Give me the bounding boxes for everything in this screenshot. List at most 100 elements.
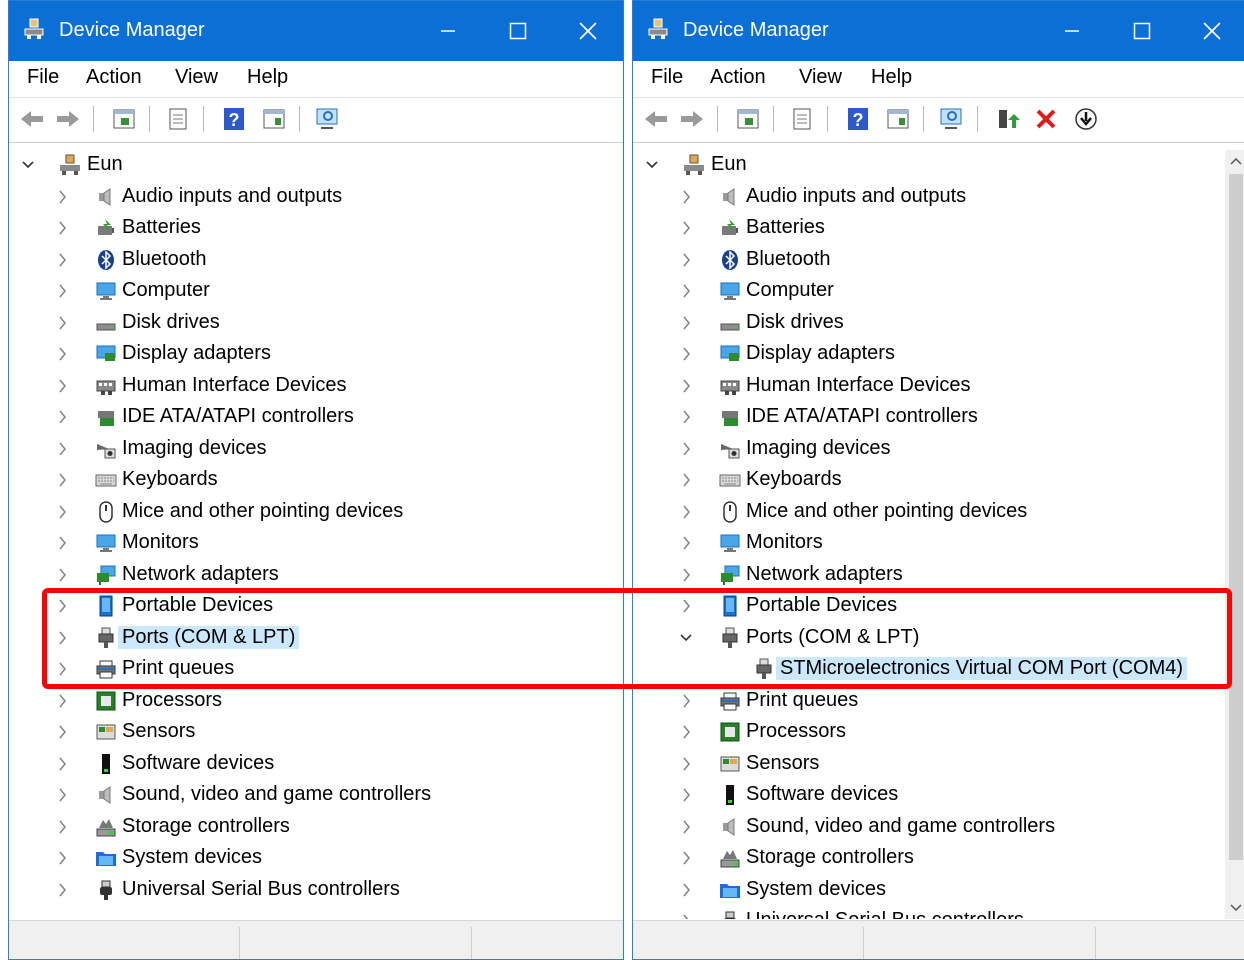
tree-item-portable-devices[interactable]: Portable Devices xyxy=(643,591,1223,621)
chevron-right-icon[interactable] xyxy=(53,749,71,779)
scrollbar-thumb[interactable] xyxy=(1229,174,1243,860)
close-button[interactable] xyxy=(1177,1,1244,61)
tree-item-print-queues[interactable]: Print queues xyxy=(643,686,1223,716)
chevron-right-icon[interactable] xyxy=(53,560,71,590)
help-icon[interactable]: ? xyxy=(221,106,247,132)
properties-icon[interactable] xyxy=(735,106,761,132)
tree-root-node[interactable]: Eun xyxy=(643,150,1213,180)
tree-item-software-devices[interactable]: Software devices xyxy=(19,749,599,779)
uninstall-icon[interactable] xyxy=(1033,106,1059,132)
chevron-right-icon[interactable] xyxy=(677,182,695,212)
chevron-right-icon[interactable] xyxy=(53,812,71,842)
tree-item-sensors[interactable]: Sensors xyxy=(19,717,599,747)
chevron-right-icon[interactable] xyxy=(677,213,695,243)
tree-item-ide-ata-atapi-controllers[interactable]: IDE ATA/ATAPI controllers xyxy=(643,402,1223,432)
chevron-right-icon[interactable] xyxy=(677,591,695,621)
chevron-right-icon[interactable] xyxy=(53,623,71,653)
tree-item-storage-controllers[interactable]: Storage controllers xyxy=(643,843,1223,873)
tree-item-sound-video-and-game-controllers[interactable]: Sound, video and game controllers xyxy=(19,780,599,810)
tree-item-audio-inputs-and-outputs[interactable]: Audio inputs and outputs xyxy=(643,182,1223,212)
forward-icon[interactable] xyxy=(55,106,81,132)
tree-item-audio-inputs-and-outputs[interactable]: Audio inputs and outputs xyxy=(19,182,599,212)
tree-item-human-interface-devices[interactable]: Human Interface Devices xyxy=(643,371,1223,401)
chevron-right-icon[interactable] xyxy=(677,434,695,464)
chevron-right-icon[interactable] xyxy=(677,843,695,873)
title-bar[interactable]: Device Manager xyxy=(633,1,1244,61)
chevron-right-icon[interactable] xyxy=(53,875,71,905)
maximize-button[interactable] xyxy=(483,1,553,61)
tree-item-universal-serial-bus-controllers[interactable]: Universal Serial Bus controllers xyxy=(19,875,599,905)
tree-item-network-adapters[interactable]: Network adapters xyxy=(643,560,1223,590)
chevron-right-icon[interactable] xyxy=(677,276,695,306)
menu-action[interactable]: Action xyxy=(86,66,142,89)
tree-item-system-devices[interactable]: System devices xyxy=(643,875,1223,905)
close-button[interactable] xyxy=(553,1,623,61)
tree-item-disk-drives[interactable]: Disk drives xyxy=(643,308,1223,338)
chevron-right-icon[interactable] xyxy=(677,402,695,432)
scroll-up-icon[interactable] xyxy=(1230,156,1242,168)
tree-item-bluetooth[interactable]: Bluetooth xyxy=(19,245,599,275)
tree-item-display-adapters[interactable]: Display adapters xyxy=(643,339,1223,369)
chevron-right-icon[interactable] xyxy=(53,465,71,495)
minimize-button[interactable] xyxy=(413,1,483,61)
tree-item-software-devices[interactable]: Software devices xyxy=(643,780,1223,810)
chevron-right-icon[interactable] xyxy=(53,182,71,212)
tree-item-ports-com-lpt[interactable]: Ports (COM & LPT) xyxy=(643,623,1223,653)
tree-item-keyboards[interactable]: Keyboards xyxy=(643,465,1223,495)
menu-help[interactable]: Help xyxy=(247,66,288,89)
tree-item-portable-devices[interactable]: Portable Devices xyxy=(19,591,599,621)
chevron-right-icon[interactable] xyxy=(53,213,71,243)
chevron-right-icon[interactable] xyxy=(53,308,71,338)
chevron-right-icon[interactable] xyxy=(677,497,695,527)
menu-help[interactable]: Help xyxy=(871,66,912,89)
tree-item-storage-controllers[interactable]: Storage controllers xyxy=(19,812,599,842)
tree-item-processors[interactable]: Processors xyxy=(19,686,599,716)
chevron-right-icon[interactable] xyxy=(677,906,695,919)
menu-file[interactable]: File xyxy=(651,66,683,89)
tree-item-disk-drives[interactable]: Disk drives xyxy=(19,308,599,338)
tree-item-batteries[interactable]: Batteries xyxy=(19,213,599,243)
tree-item-processors[interactable]: Processors xyxy=(643,717,1223,747)
back-icon[interactable] xyxy=(19,106,45,132)
chevron-right-icon[interactable] xyxy=(53,654,71,684)
tree-item-system-devices[interactable]: System devices xyxy=(19,843,599,873)
tree-item-monitors[interactable]: Monitors xyxy=(643,528,1223,558)
maximize-button[interactable] xyxy=(1107,1,1177,61)
chevron-right-icon[interactable] xyxy=(53,434,71,464)
chevron-down-icon[interactable] xyxy=(677,623,695,653)
chevron-right-icon[interactable] xyxy=(53,780,71,810)
help-icon[interactable]: ? xyxy=(845,106,871,132)
tree-item-sensors[interactable]: Sensors xyxy=(643,749,1223,779)
page-icon[interactable] xyxy=(789,106,815,132)
tree-item-computer[interactable]: Computer xyxy=(643,276,1223,306)
tree-item-human-interface-devices[interactable]: Human Interface Devices xyxy=(19,371,599,401)
chevron-right-icon[interactable] xyxy=(677,560,695,590)
chevron-right-icon[interactable] xyxy=(53,402,71,432)
tree-item-stmicroelectronics-virtual-com-port-com4[interactable]: STMicroelectronics Virtual COM Port (COM… xyxy=(643,654,1223,684)
chevron-down-icon[interactable] xyxy=(19,150,37,180)
tree-item-bluetooth[interactable]: Bluetooth xyxy=(643,245,1223,275)
back-icon[interactable] xyxy=(643,106,669,132)
tree-item-computer[interactable]: Computer xyxy=(19,276,599,306)
properties-icon[interactable] xyxy=(111,106,137,132)
chevron-right-icon[interactable] xyxy=(677,308,695,338)
add-driver-icon[interactable] xyxy=(995,106,1021,132)
chevron-right-icon[interactable] xyxy=(53,371,71,401)
chevron-right-icon[interactable] xyxy=(53,339,71,369)
chevron-right-icon[interactable] xyxy=(677,528,695,558)
tree-item-batteries[interactable]: Batteries xyxy=(643,213,1223,243)
tree-item-ports-com-lpt[interactable]: Ports (COM & LPT) xyxy=(19,623,599,653)
scan-hardware-icon[interactable] xyxy=(939,106,965,132)
tree-root-node[interactable]: Eun xyxy=(19,150,609,180)
tree-item-monitors[interactable]: Monitors xyxy=(19,528,599,558)
vertical-scrollbar[interactable] xyxy=(1225,150,1244,919)
tree-item-display-adapters[interactable]: Display adapters xyxy=(19,339,599,369)
tree-item-mice-and-other-pointing-devices[interactable]: Mice and other pointing devices xyxy=(19,497,599,527)
page-icon[interactable] xyxy=(165,106,191,132)
chevron-right-icon[interactable] xyxy=(53,591,71,621)
chevron-right-icon[interactable] xyxy=(53,843,71,873)
chevron-right-icon[interactable] xyxy=(677,875,695,905)
tree-item-keyboards[interactable]: Keyboards xyxy=(19,465,599,495)
chevron-right-icon[interactable] xyxy=(53,528,71,558)
chevron-right-icon[interactable] xyxy=(53,686,71,716)
